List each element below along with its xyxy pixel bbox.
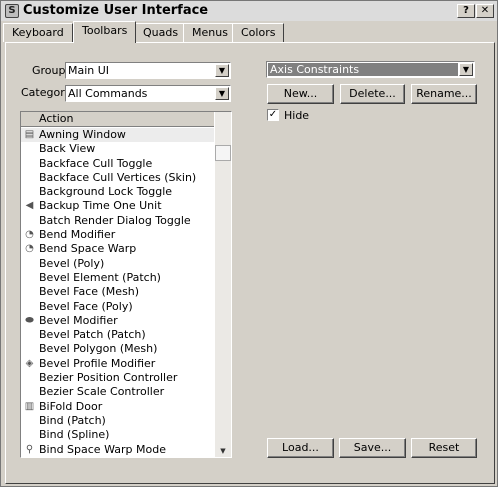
bind-space-warp-icon: ⚲ bbox=[25, 443, 34, 455]
tab-keyboard[interactable]: Keyboard bbox=[3, 23, 73, 42]
list-scrollbar[interactable]: ▼ bbox=[215, 112, 231, 457]
list-item[interactable]: Bind (Spline) bbox=[21, 428, 214, 442]
list-item-label: Bevel Polygon (Mesh) bbox=[39, 342, 158, 356]
group-value: Main UI bbox=[68, 64, 110, 77]
scroll-down-arrow-icon[interactable]: ▼ bbox=[215, 445, 231, 457]
list-item[interactable]: Backface Cull Vertices (Skin) bbox=[21, 171, 214, 185]
backup-time-icon: ◀ bbox=[25, 200, 34, 212]
chevron-down-icon[interactable]: ▼ bbox=[215, 64, 229, 77]
list-item-label: Bind (Patch) bbox=[39, 413, 106, 427]
list-item[interactable]: ◔ Bend Space Warp bbox=[21, 242, 214, 256]
list-item-label: Bevel Patch (Patch) bbox=[39, 328, 146, 342]
list-item-label: Bevel Element (Patch) bbox=[39, 270, 161, 284]
hide-label: Hide bbox=[284, 109, 310, 122]
awning-window-icon: ▤ bbox=[24, 129, 35, 140]
delete-toolbar-button[interactable]: Delete... bbox=[340, 84, 405, 104]
tab-quads[interactable]: Quads bbox=[134, 23, 188, 42]
rename-toolbar-button[interactable]: Rename... bbox=[411, 84, 477, 104]
list-item-label: Bevel Modifier bbox=[39, 313, 118, 327]
toolbar-dropdown[interactable]: Axis Constraints ▼ bbox=[266, 61, 475, 78]
list-item-label: Backface Cull Vertices (Skin) bbox=[39, 170, 197, 184]
list-item-label: Bind (Spline) bbox=[39, 428, 110, 442]
list-item[interactable]: ▥ BiFold Door bbox=[21, 400, 214, 414]
bifold-door-icon: ▥ bbox=[24, 400, 35, 412]
hide-checkbox[interactable]: ✓ bbox=[267, 109, 279, 121]
list-item-label: Bend Modifier bbox=[39, 228, 116, 242]
action-rows: ▤ Awning Window Back View Backface Cull Tog… bbox=[21, 128, 214, 457]
list-item[interactable]: Bevel Element (Patch) bbox=[21, 271, 214, 285]
load-button[interactable]: Load... bbox=[267, 438, 334, 458]
list-item[interactable]: Bezier Scale Controller bbox=[21, 385, 214, 399]
bend-space-warp-icon: ◔ bbox=[25, 243, 34, 255]
list-item-label: Awning Window bbox=[39, 128, 126, 141]
list-item[interactable]: Bevel Face (Poly) bbox=[21, 300, 214, 314]
bend-modifier-icon: ◔ bbox=[25, 229, 34, 241]
list-item-label: Bind Space Warp Mode bbox=[39, 442, 166, 456]
list-item[interactable]: ⬬ Bevel Modifier bbox=[21, 314, 214, 328]
list-item-label: Batch Render Dialog Toggle bbox=[39, 213, 191, 227]
list-item-label: Bezier Position Controller bbox=[39, 371, 178, 385]
list-item[interactable]: ◔ Bend Modifier bbox=[21, 228, 214, 242]
tab-strip: Keyboard Toolbars Quads Menus Colors bbox=[3, 21, 497, 43]
tab-menus[interactable]: Menus bbox=[183, 23, 237, 42]
list-item[interactable]: ⚲ Bind Space Warp Mode bbox=[21, 443, 214, 457]
tab-toolbars[interactable]: Toolbars bbox=[73, 21, 137, 43]
list-item-label: Background Lock Toggle bbox=[39, 185, 173, 199]
list-item[interactable]: ◈ Bevel Profile Modifier bbox=[21, 357, 214, 371]
list-item-label: Backup Time One Unit bbox=[39, 199, 162, 213]
chevron-down-icon[interactable]: ▼ bbox=[215, 87, 229, 100]
list-item[interactable]: Backface Cull Toggle bbox=[21, 157, 214, 171]
list-item-label: Bevel Face (Mesh) bbox=[39, 285, 140, 299]
list-item[interactable]: Bevel Patch (Patch) bbox=[21, 328, 214, 342]
app-logo-icon: S bbox=[5, 4, 19, 18]
list-item-label: Backface Cull Toggle bbox=[39, 156, 153, 170]
new-toolbar-button[interactable]: New... bbox=[267, 84, 334, 104]
bevel-profile-modifier-icon: ◈ bbox=[25, 357, 34, 369]
list-item-label: Bevel Profile Modifier bbox=[39, 356, 156, 370]
list-item[interactable]: ◀ Backup Time One Unit bbox=[21, 199, 214, 213]
tab-colors[interactable]: Colors bbox=[232, 23, 285, 42]
list-item[interactable]: Bevel Polygon (Mesh) bbox=[21, 342, 214, 356]
group-label: Group: bbox=[32, 64, 70, 77]
title-bar: S Customize User Interface ? ✕ bbox=[1, 1, 497, 21]
list-item[interactable]: Back View bbox=[21, 142, 214, 156]
action-list[interactable]: Action ▤ Awning Window Back View Backface C… bbox=[20, 111, 232, 458]
list-item[interactable]: ▤ Awning Window bbox=[21, 128, 214, 143]
reset-button[interactable]: Reset bbox=[411, 438, 477, 458]
save-button[interactable]: Save... bbox=[339, 438, 406, 458]
list-item-label: Back View bbox=[39, 142, 96, 156]
category-value: All Commands bbox=[68, 87, 148, 100]
category-dropdown[interactable]: All Commands ▼ bbox=[65, 85, 231, 102]
list-item[interactable]: Bevel Face (Mesh) bbox=[21, 285, 214, 299]
window-title: Customize User Interface bbox=[23, 3, 209, 18]
list-header-action[interactable]: Action bbox=[21, 112, 214, 127]
list-item[interactable]: Background Lock Toggle bbox=[21, 185, 214, 199]
list-item-label: BiFold Door bbox=[39, 399, 103, 413]
list-item[interactable]: Bezier Position Controller bbox=[21, 371, 214, 385]
chevron-down-icon[interactable]: ▼ bbox=[459, 63, 473, 76]
close-button[interactable]: ✕ bbox=[476, 4, 494, 18]
group-dropdown[interactable]: Main UI ▼ bbox=[65, 62, 231, 79]
list-item[interactable]: Batch Render Dialog Toggle bbox=[21, 214, 214, 228]
list-item-label: Bevel (Poly) bbox=[39, 256, 105, 270]
list-item-label: Bezier Scale Controller bbox=[39, 385, 165, 399]
list-item[interactable]: Bevel (Poly) bbox=[21, 257, 214, 271]
list-item[interactable]: Bind (Patch) bbox=[21, 414, 214, 428]
toolbar-value: Axis Constraints bbox=[268, 63, 458, 76]
bevel-modifier-icon: ⬬ bbox=[25, 314, 34, 326]
help-button[interactable]: ? bbox=[457, 4, 475, 18]
list-item-label: Bevel Face (Poly) bbox=[39, 299, 133, 313]
customize-ui-dialog: S Customize User Interface ? ✕ Keyboard … bbox=[0, 0, 498, 487]
list-item-label: Bend Space Warp bbox=[39, 242, 137, 256]
scrollbar-thumb[interactable] bbox=[215, 145, 231, 161]
